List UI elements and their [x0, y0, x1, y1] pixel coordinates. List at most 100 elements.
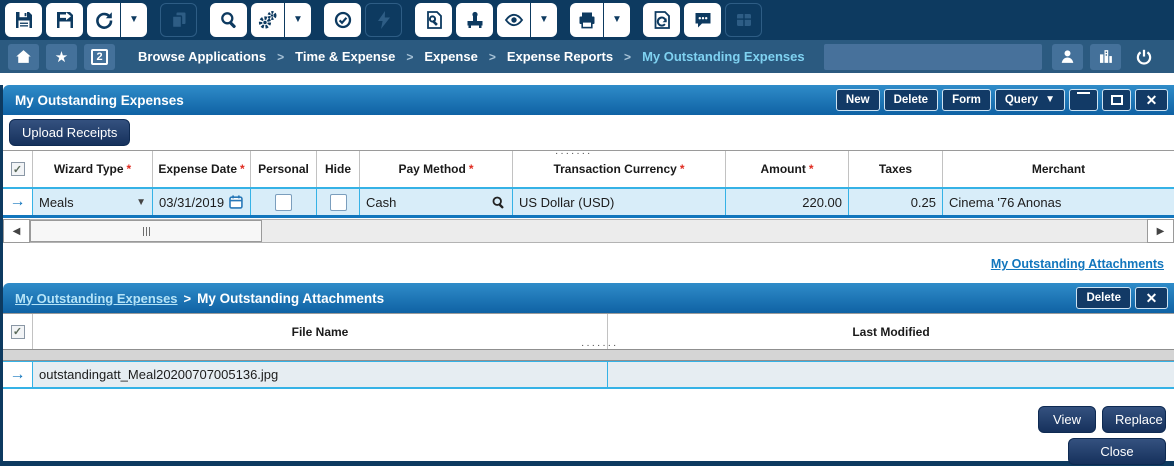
row-selector-arrow-icon[interactable]: →	[10, 366, 26, 384]
gears-icon[interactable]	[251, 3, 284, 37]
scrollbar-thumb[interactable]	[30, 220, 262, 242]
process-button[interactable]	[456, 3, 493, 37]
action-row: Upload Receipts	[3, 115, 1174, 150]
refresh-icon[interactable]	[87, 3, 120, 37]
comments-button[interactable]	[684, 3, 721, 37]
breadcrumb-separator: >	[489, 50, 496, 64]
breadcrumb-item-current: My Outstanding Expenses	[642, 49, 805, 64]
horizontal-scrollbar: ◀ ▶	[3, 218, 1174, 245]
amount-value: 220.00	[802, 195, 842, 210]
column-header-file-name: File Name	[33, 314, 608, 349]
breadcrumb-separator: >	[277, 50, 284, 64]
taxes-value: 0.25	[911, 195, 936, 210]
my-outstanding-attachments-link[interactable]: My Outstanding Attachments	[991, 257, 1164, 271]
form-button[interactable]: Form	[942, 89, 991, 111]
scroll-right-button[interactable]: ▶	[1147, 219, 1174, 243]
column-label: Taxes	[879, 162, 912, 176]
attachments-panel-title: My Outstanding Attachments	[197, 291, 384, 306]
select-all-cell: ✓	[3, 151, 33, 187]
preview-eye-icon[interactable]	[497, 3, 530, 37]
attachments-grid-header: ······· ✓ File Name Last Modified	[3, 313, 1174, 349]
printer-icon[interactable]	[570, 3, 603, 37]
view-button[interactable]: View	[1038, 406, 1096, 433]
query-label: Query	[1005, 94, 1038, 106]
delete-button[interactable]: Delete	[884, 89, 939, 111]
column-label: File Name	[292, 325, 349, 339]
breadcrumb-item-browse-applications[interactable]: Browse Applications	[138, 49, 266, 64]
preview-dropdown-icon[interactable]: ▼	[530, 3, 557, 37]
attachments-delete-button[interactable]: Delete	[1076, 287, 1131, 309]
application-window: ▼ ▼ ▼ ▼ ★ 2 Brows	[0, 0, 1174, 466]
print-dropdown-icon[interactable]: ▼	[603, 3, 630, 37]
pay-method-value: Cash	[366, 195, 396, 210]
application-tools-button[interactable]	[415, 3, 452, 37]
attachments-close-button[interactable]: ✕	[1135, 287, 1168, 309]
hide-checkbox[interactable]	[330, 194, 347, 211]
subtask-link-row: My Outstanding Attachments	[3, 245, 1174, 283]
settings-split-button: ▼	[251, 3, 311, 37]
maximize-icon	[1111, 95, 1123, 105]
close-button[interactable]: Close	[1068, 438, 1166, 465]
save-and-continue-button[interactable]	[46, 3, 83, 37]
taxes-cell[interactable]: 0.25	[849, 189, 943, 215]
minimize-button[interactable]	[1069, 89, 1098, 111]
replace-button[interactable]: Replace	[1102, 406, 1166, 433]
transaction-currency-cell[interactable]: US Dollar (USD)	[513, 189, 726, 215]
maximize-button[interactable]	[1102, 89, 1131, 111]
home-button[interactable]	[8, 44, 39, 70]
wizard-type-cell[interactable]: Meals ▼	[33, 189, 153, 215]
parent-panel-link[interactable]: My Outstanding Expenses	[15, 291, 178, 306]
attachments-select-all-checkbox[interactable]: ✓	[11, 325, 25, 339]
amount-cell[interactable]: 220.00	[726, 189, 849, 215]
column-header-wizard-type: Wizard Type *	[33, 151, 153, 187]
window-count-badge: 2	[91, 49, 108, 65]
header-info-box[interactable]	[824, 44, 1042, 70]
expense-table-row[interactable]: → Meals ▼ 03/31/2019 Cash US Dollar (USD	[3, 187, 1174, 218]
lookup-magnifier-icon[interactable]	[491, 195, 506, 210]
row-selector-arrow-icon[interactable]: →	[10, 193, 26, 211]
transaction-currency-value: US Dollar (USD)	[519, 195, 614, 210]
required-marker: *	[240, 162, 245, 176]
column-header-transaction-currency: Transaction Currency *	[513, 151, 726, 187]
company-button[interactable]	[1090, 44, 1121, 70]
search-button[interactable]	[210, 3, 247, 37]
settings-dropdown-icon[interactable]: ▼	[284, 3, 311, 37]
upload-receipts-button[interactable]: Upload Receipts	[9, 119, 130, 146]
logout-button[interactable]	[1128, 44, 1159, 70]
expense-date-cell[interactable]: 03/31/2019	[153, 189, 251, 215]
scrollbar-track[interactable]	[30, 219, 1147, 243]
open-windows-button[interactable]: 2	[84, 44, 115, 70]
new-button[interactable]: New	[836, 89, 880, 111]
nav-right-controls	[824, 44, 1166, 70]
preview-split-button: ▼	[497, 3, 557, 37]
save-button[interactable]	[5, 3, 42, 37]
query-button[interactable]: Query ▼	[995, 89, 1065, 111]
status-check-button[interactable]	[324, 3, 361, 37]
refresh-dropdown-icon[interactable]: ▼	[120, 3, 147, 37]
user-profile-button[interactable]	[1052, 44, 1083, 70]
favorites-button[interactable]: ★	[46, 44, 77, 70]
merchant-cell[interactable]: Cinema '76 Anonas	[943, 189, 1174, 215]
required-marker: *	[680, 162, 685, 176]
scroll-left-button[interactable]: ◀	[3, 219, 30, 243]
expenses-grid-header: ······· ✓ Wizard Type * Expense Date * P…	[3, 150, 1174, 187]
breadcrumb-item-expense[interactable]: Expense	[424, 49, 477, 64]
file-name-cell[interactable]: outstandingatt_Meal20200707005136.jpg	[33, 362, 608, 387]
wizard-type-dropdown-icon[interactable]: ▼	[136, 197, 146, 208]
column-resize-handle[interactable]: ·······	[581, 340, 618, 351]
personal-checkbox[interactable]	[275, 194, 292, 211]
file-name-value: outstandingatt_Meal20200707005136.jpg	[39, 367, 278, 382]
query-dropdown-icon: ▼	[1045, 95, 1055, 105]
breadcrumb-item-time-expense[interactable]: Time & Expense	[295, 49, 395, 64]
column-label: Hide	[325, 162, 351, 176]
pay-method-cell[interactable]: Cash	[360, 189, 513, 215]
select-all-checkbox[interactable]: ✓	[11, 162, 25, 176]
calendar-icon[interactable]	[228, 194, 244, 210]
table-view-button	[725, 3, 762, 37]
breadcrumb-item-expense-reports[interactable]: Expense Reports	[507, 49, 613, 64]
quick-action-button	[365, 3, 402, 37]
attachment-table-row[interactable]: → outstandingatt_Meal20200707005136.jpg	[3, 361, 1174, 389]
reload-data-button[interactable]	[643, 3, 680, 37]
column-resize-handle[interactable]: ·······	[555, 148, 592, 159]
close-panel-button[interactable]: ✕	[1135, 89, 1168, 111]
